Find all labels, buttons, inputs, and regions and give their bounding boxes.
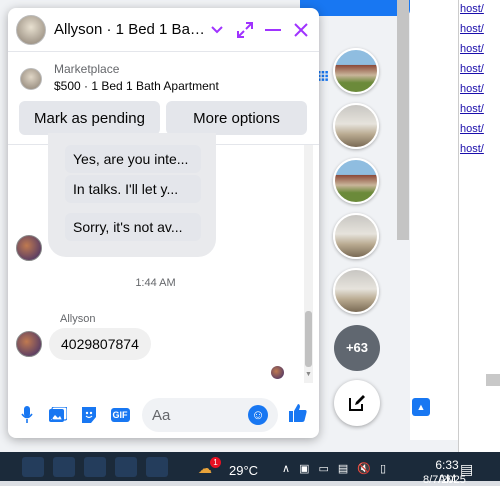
close-icon[interactable]	[291, 20, 311, 40]
temperature[interactable]: 29°C	[229, 463, 258, 478]
new-message-button[interactable]	[334, 380, 380, 426]
minimize-icon[interactable]	[263, 20, 283, 40]
scroll-down-arrow-icon[interactable]: ▼	[305, 371, 312, 378]
expand-icon[interactable]	[235, 20, 255, 40]
message-input-placeholder: Aa	[152, 406, 171, 424]
received-message[interactable]: Sorry, it's not av...	[65, 213, 201, 241]
chat-head-avatar[interactable]	[333, 158, 379, 204]
host-link[interactable]: host/	[460, 143, 484, 155]
taskbar-app-icon[interactable]	[146, 456, 168, 477]
taskbar-app-icon[interactable]	[53, 456, 75, 477]
background-divider	[486, 374, 500, 386]
photo-icon[interactable]	[47, 404, 69, 426]
received-message[interactable]: In talks. I'll let y...	[65, 175, 201, 203]
listing-source-label: Marketplace	[54, 62, 120, 76]
conversation-title[interactable]: Allyson · 1 Bed 1 Bath ...	[54, 21, 207, 38]
host-link[interactable]: host/	[460, 83, 484, 95]
seen-indicator-avatar	[271, 366, 284, 379]
received-message[interactable]: 4029807874	[49, 328, 151, 360]
sticker-icon[interactable]	[78, 404, 100, 426]
taskbar-app-icon[interactable]	[22, 456, 44, 477]
host-link[interactable]: host/	[460, 123, 484, 135]
host-link[interactable]: host/	[460, 3, 484, 15]
host-link[interactable]: host/	[460, 103, 484, 115]
chat-head-avatar[interactable]	[333, 103, 379, 149]
microphone-icon[interactable]	[16, 404, 38, 426]
host-link[interactable]: host/	[460, 63, 484, 75]
sender-name: Allyson	[60, 313, 96, 325]
conversation-avatar[interactable]	[16, 14, 46, 45]
compose-icon	[349, 395, 365, 411]
chat-window: Allyson · 1 Bed 1 Bath ... Marketplace $…	[8, 8, 319, 438]
volume-muted-icon[interactable]: 🔇	[357, 462, 371, 475]
thread-scroll-thumb[interactable]	[305, 311, 312, 367]
listing-thumbnail[interactable]	[20, 68, 42, 90]
background-scrollbar[interactable]	[397, 0, 409, 240]
system-tray: ∧ ▣ ▭ ▤ 🔇 ▯	[282, 462, 386, 475]
chat-head-avatar[interactable]	[333, 48, 379, 94]
host-link[interactable]: host/	[460, 43, 484, 55]
gif-icon[interactable]: GIF	[109, 404, 131, 426]
notification-center-icon[interactable]: ▤	[460, 461, 473, 478]
taskbar-app-icon[interactable]	[115, 456, 137, 477]
sender-avatar[interactable]	[16, 331, 42, 357]
chevron-down-icon[interactable]	[207, 20, 227, 40]
network-icon[interactable]: ▭	[318, 462, 328, 475]
background-column	[410, 0, 458, 440]
sender-avatar[interactable]	[16, 235, 42, 261]
thumbs-up-icon[interactable]	[288, 403, 308, 428]
message-timestamp: 1:44 AM	[135, 277, 176, 289]
message-composer: GIF Aa ☺	[8, 392, 319, 438]
message-input[interactable]: Aa ☺	[142, 398, 278, 432]
apps-grid-icon[interactable]	[318, 71, 328, 81]
received-message[interactable]: Yes, are you inte...	[65, 145, 201, 173]
gif-label: GIF	[110, 408, 130, 422]
chat-head-avatar[interactable]	[333, 213, 379, 259]
display-icon[interactable]: ▤	[338, 462, 348, 475]
emoji-icon[interactable]: ☺	[248, 405, 268, 425]
listing-info[interactable]: $500 · 1 Bed 1 Bath Apartment	[54, 79, 219, 93]
battery-icon[interactable]: ▯	[380, 462, 386, 475]
more-chats-count[interactable]: +63	[334, 325, 380, 371]
more-options-button[interactable]: More options	[166, 101, 307, 135]
chevron-up-icon[interactable]: ▲	[412, 398, 430, 416]
message-thread: Yes, are you inte... In talks. I'll let …	[8, 133, 319, 393]
mark-as-pending-button[interactable]: Mark as pending	[19, 101, 160, 135]
chat-header[interactable]: Allyson · 1 Bed 1 Bath ...	[8, 8, 319, 52]
taskbar-app-icon[interactable]	[84, 456, 106, 477]
camera-icon[interactable]: ▣	[299, 462, 309, 475]
host-link[interactable]: host/	[460, 23, 484, 35]
weather-notification-badge: 1	[210, 457, 221, 468]
marketplace-listing: Marketplace $500 · 1 Bed 1 Bath Apartmen…	[8, 52, 319, 145]
chat-head-avatar[interactable]	[333, 268, 379, 314]
show-hidden-icons-icon[interactable]: ∧	[282, 462, 290, 475]
